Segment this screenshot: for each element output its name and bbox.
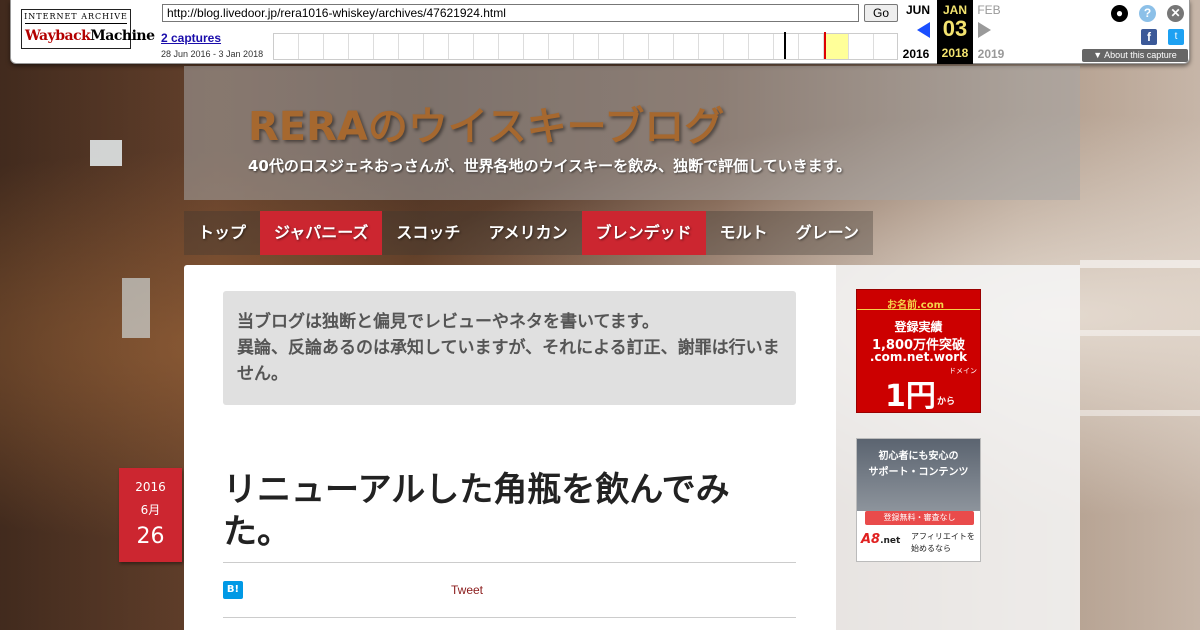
- wayback-logo-b: Machine: [90, 28, 155, 44]
- close-icon[interactable]: ✕: [1167, 5, 1184, 22]
- about-capture-button[interactable]: ▼ About this capture: [1082, 49, 1188, 62]
- background-shelf: [1080, 330, 1200, 336]
- capture-sparkline[interactable]: [273, 32, 898, 60]
- nav-item-scotch[interactable]: スコッチ: [382, 211, 474, 255]
- ad-text: アフィリエイトを始めるなら: [911, 532, 975, 553]
- capture-range: 28 Jun 2016 - 3 Jan 2018: [161, 49, 264, 59]
- current-month: JAN: [942, 3, 967, 17]
- wayback-toolbar: INTERNET ARCHIVE WaybackMachine Go 2 cap…: [10, 0, 1190, 64]
- captures-link[interactable]: 2 captures: [161, 31, 221, 45]
- current-capture-date: JAN 03 2018: [937, 0, 973, 64]
- ad-text: .com.net.work: [869, 350, 968, 364]
- nav-item-malt[interactable]: モルト: [706, 211, 782, 255]
- ad-banner-onamae[interactable]: お名前.com 登録実績 1,800万件突破 .com.net.work ドメイ…: [856, 289, 981, 414]
- site-title[interactable]: RERAのウイスキーブログ: [248, 94, 724, 152]
- background-shelf: [1080, 260, 1200, 268]
- nav-item-top[interactable]: トップ: [184, 211, 260, 255]
- hatena-bookmark-button[interactable]: B!: [223, 581, 243, 599]
- background-shelf: [1080, 410, 1200, 416]
- ad-text: から: [937, 397, 956, 407]
- prev-year[interactable]: 2016: [896, 47, 936, 61]
- post-date-badge: 2016 6月 26: [119, 468, 182, 562]
- post-title[interactable]: リニューアルした角瓶を飲んでみた。: [223, 469, 783, 553]
- divider: [223, 617, 796, 618]
- nav-item-grain[interactable]: グレーン: [782, 211, 873, 255]
- ad-text: サポート・コンテンツ: [868, 467, 969, 478]
- post-date-month: 6月: [140, 503, 161, 517]
- ad-banner-a8net[interactable]: 初心者にも安心の サポート・コンテンツ 登録無料・審査なし A8.net アフィ…: [856, 438, 981, 562]
- wayback-go-button[interactable]: Go: [864, 4, 898, 22]
- category-nav: トップ ジャパニーズ スコッチ アメリカン ブレンデッド モルト グレーン: [184, 211, 873, 255]
- twitter-icon[interactable]: t: [1168, 29, 1184, 45]
- blog-header: RERAのウイスキーブログ 40代のロスジェネおっさんが、世界各地のウイスキーを…: [184, 66, 1080, 200]
- main-content: 当ブログは独断と偏見でレビューやネタを書いてます。 異論、反論あるのは承知してい…: [184, 265, 836, 630]
- next-capture-arrow-icon[interactable]: [978, 22, 991, 38]
- current-day: 03: [942, 16, 968, 41]
- wayback-logo[interactable]: INTERNET ARCHIVE WaybackMachine: [21, 9, 155, 49]
- prev-capture-arrow-icon[interactable]: [917, 22, 930, 38]
- capture-highlight: [826, 34, 848, 59]
- next-year[interactable]: 2019: [971, 47, 1011, 61]
- nav-item-blended[interactable]: ブレンデッド: [581, 211, 706, 255]
- a8-logo-main: A8: [861, 532, 881, 547]
- wayback-logo-a: Wayback: [25, 28, 91, 44]
- help-icon[interactable]: ?: [1139, 5, 1156, 22]
- post-date-day: 26: [136, 524, 165, 549]
- user-icon[interactable]: ●: [1111, 5, 1128, 22]
- ad-cta-button[interactable]: 登録無料・審査なし: [865, 511, 974, 525]
- current-year: 2018: [941, 46, 969, 60]
- capture-current-bar: [824, 32, 826, 59]
- a8-logo: A8.net: [861, 532, 900, 547]
- nav-item-japanese[interactable]: ジャパニーズ: [260, 211, 383, 255]
- next-month[interactable]: FEB: [969, 3, 1009, 17]
- ad-text: 初心者にも安心の: [878, 451, 959, 462]
- sidebar: お名前.com 登録実績 1,800万件突破 .com.net.work ドメイ…: [836, 265, 1080, 630]
- ad-brand: お名前.com: [887, 300, 945, 311]
- divider: [223, 562, 796, 563]
- site-description: 40代のロスジェネおっさんが、世界各地のウイスキーを飲み、独断で評価していきます…: [248, 157, 852, 175]
- nav-item-american[interactable]: アメリカン: [474, 211, 581, 255]
- notice-line: 異論、反論あるのは承知していますが、それによる訂正、謝罪は行いません。: [237, 338, 780, 384]
- ad-price: 1円: [885, 379, 936, 414]
- tweet-button[interactable]: Tweet: [451, 583, 483, 597]
- a8-logo-suffix: .net: [880, 536, 901, 546]
- prev-month[interactable]: JUN: [898, 3, 938, 17]
- notice-line: 当ブログは独断と偏見でレビューやネタを書いてます。: [237, 312, 659, 332]
- ad-text: 登録実績: [894, 320, 943, 334]
- facebook-icon[interactable]: f: [1141, 29, 1157, 45]
- background-window: [122, 278, 150, 338]
- notice-box: 当ブログは独断と偏見でレビューやネタを書いてます。 異論、反論あるのは承知してい…: [223, 291, 796, 405]
- post-date-year: 2016: [135, 480, 166, 494]
- wayback-logo-top: INTERNET ARCHIVE: [24, 12, 128, 21]
- wayback-url-input[interactable]: [162, 4, 859, 22]
- background-window: [90, 140, 122, 166]
- capture-bar: [784, 32, 786, 59]
- wayback-logo-main: WaybackMachine: [25, 23, 155, 47]
- ad-text: ドメイン: [949, 367, 977, 375]
